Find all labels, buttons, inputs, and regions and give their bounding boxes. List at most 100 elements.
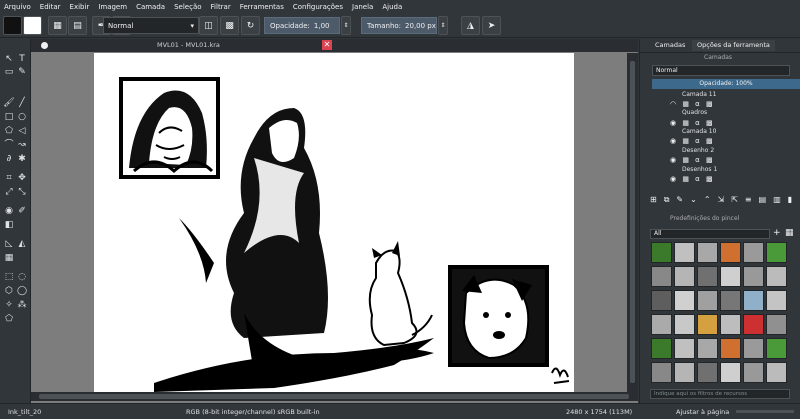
layer-visibility-icon[interactable]: ◉ ▦ α ▩: [670, 175, 715, 183]
brush-preset-thumbnail[interactable]: [766, 362, 787, 383]
brush-preset-thumbnail[interactable]: [674, 266, 695, 287]
menu-arquivo[interactable]: Arquivo: [4, 3, 31, 11]
brush-preset-thumbnail[interactable]: [651, 242, 672, 263]
move-tool-icon[interactable]: ✥: [16, 172, 28, 184]
menu-exibir[interactable]: Exibir: [70, 3, 90, 11]
warp-tool-icon[interactable]: ⤡: [16, 186, 28, 198]
brush-preset-thumbnail[interactable]: [674, 338, 695, 359]
layer-blend-select[interactable]: Normal: [652, 65, 790, 76]
tab-opcoes-ferramenta[interactable]: Opções da ferramenta: [692, 40, 775, 51]
layer-item[interactable]: Quadros: [652, 109, 800, 119]
magnetic-select-icon[interactable]: ⬠: [3, 313, 15, 325]
text-tool-icon[interactable]: T: [16, 53, 28, 65]
menu-camada[interactable]: Camada: [136, 3, 165, 11]
menu-editar[interactable]: Editar: [40, 3, 61, 11]
zoom-level[interactable]: Ajustar à página: [676, 408, 729, 416]
brush-preset-thumbnail[interactable]: [766, 338, 787, 359]
layer-visibility-icon[interactable]: ◉ ▦ α ▩: [670, 156, 715, 164]
brush-presets-grid[interactable]: [651, 242, 791, 387]
brush-preset-thumbnail[interactable]: [720, 242, 741, 263]
opacity-slider[interactable]: Opacidade: 1,00: [264, 17, 340, 34]
layer-visibility-icon[interactable]: ◉ ▦ α ▩: [670, 137, 715, 145]
menu-configuracoes[interactable]: Configurações: [293, 3, 343, 11]
brush-preset-thumbnail[interactable]: [743, 290, 764, 311]
brush-preset-thumbnail[interactable]: [697, 242, 718, 263]
brush-preset-thumbnail[interactable]: [651, 338, 672, 359]
layer-opacity-slider[interactable]: Opacidade: 100%: [652, 79, 800, 89]
blend-mode-select[interactable]: Normal ▾: [103, 17, 199, 34]
similar-select-icon[interactable]: ⁂: [16, 299, 28, 311]
bezier-tool-icon[interactable]: ⌒: [3, 139, 15, 151]
brush-preset-thumbnail[interactable]: [743, 266, 764, 287]
brush-preset-thumbnail[interactable]: [697, 362, 718, 383]
mirror-vertical-icon[interactable]: ➤: [482, 16, 501, 35]
polygon-select-icon[interactable]: ⬡: [3, 285, 15, 297]
rectangle-tool-icon[interactable]: □: [3, 111, 15, 123]
polyline-tool-icon[interactable]: ◁: [16, 125, 28, 137]
select-shapes-icon[interactable]: ↖: [3, 53, 15, 65]
grid-view-icon[interactable]: ▦: [785, 228, 794, 238]
menu-filtrar[interactable]: Filtrar: [211, 3, 231, 11]
horizontal-scroll-thumb[interactable]: [39, 394, 629, 399]
brush-preset-thumbnail[interactable]: [651, 314, 672, 335]
brush-preset-thumbnail[interactable]: [651, 266, 672, 287]
brush-preset-thumbnail[interactable]: [743, 338, 764, 359]
brush-preset-thumbnail[interactable]: [743, 362, 764, 383]
brush-preset-thumbnail[interactable]: [697, 314, 718, 335]
add-tag-icon[interactable]: +: [773, 228, 781, 238]
brush-preset-thumbnail[interactable]: [766, 266, 787, 287]
brush-preset-thumbnail[interactable]: [651, 290, 672, 311]
document-tab[interactable]: MVL01 - MVL01.kra ✕: [31, 39, 638, 52]
dynamic-brush-icon[interactable]: ∂: [3, 153, 15, 165]
freehand-brush-icon[interactable]: 🖌: [3, 97, 15, 109]
calligraphy-icon[interactable]: ✎: [16, 66, 28, 78]
artwork-canvas[interactable]: [94, 53, 574, 392]
polygon-tool-icon[interactable]: ⬠: [3, 125, 15, 137]
foreground-color-swatch[interactable]: [3, 16, 22, 35]
menu-ajuda[interactable]: Ajuda: [382, 3, 402, 11]
contiguous-select-icon[interactable]: ✧: [3, 299, 15, 311]
line-tool-icon[interactable]: ╱: [16, 97, 28, 109]
reload-preset-icon[interactable]: ↻: [241, 16, 260, 35]
brush-preset-thumbnail[interactable]: [697, 266, 718, 287]
background-color-swatch[interactable]: [23, 16, 42, 35]
brush-preset-thumbnail[interactable]: [720, 290, 741, 311]
brush-preset-thumbnail[interactable]: [674, 242, 695, 263]
freehand-path-icon[interactable]: ↝: [16, 139, 28, 151]
close-document-button[interactable]: ✕: [322, 40, 332, 50]
ellipse-select-icon[interactable]: ◌: [16, 271, 28, 283]
vertical-scroll-thumb[interactable]: [630, 61, 635, 383]
crop-tool-icon[interactable]: ⌗: [3, 172, 15, 184]
pattern-icon[interactable]: ▤: [68, 16, 87, 35]
tab-camadas[interactable]: Camadas: [650, 40, 690, 51]
brush-preset-thumbnail[interactable]: [743, 242, 764, 263]
brush-preset-thumbnail[interactable]: [766, 242, 787, 263]
layer-visibility-icon[interactable]: ◉ ▦ α ▩: [670, 119, 715, 127]
transform-tool-icon[interactable]: ⤢: [3, 186, 15, 198]
measure-tool-icon[interactable]: ◺: [3, 238, 15, 250]
gradient-icon[interactable]: ▦: [48, 16, 67, 35]
size-stepper[interactable]: ⇕: [438, 16, 448, 35]
brush-preset-thumbnail[interactable]: [720, 314, 741, 335]
color-picker-icon[interactable]: ✐: [16, 205, 28, 217]
eraser-mode-icon[interactable]: ◫: [199, 16, 218, 35]
menu-janela[interactable]: Janela: [352, 3, 373, 11]
assistant-tool-icon[interactable]: ◭: [16, 238, 28, 250]
brush-preset-thumbnail[interactable]: [720, 338, 741, 359]
brush-preset-thumbnail[interactable]: [766, 314, 787, 335]
grid-tool-icon[interactable]: ▦: [3, 252, 15, 264]
brush-preset-thumbnail[interactable]: [720, 362, 741, 383]
brush-preset-thumbnail[interactable]: [697, 290, 718, 311]
brush-preset-thumbnail[interactable]: [651, 362, 672, 383]
brush-preset-thumbnail[interactable]: [766, 290, 787, 311]
layer-actions-toolbar[interactable]: ⊞⧉✎⌄⌃⇲⇱≡▤▥▮: [650, 195, 800, 207]
multibrush-icon[interactable]: ✱: [16, 153, 28, 165]
layer-visibility-icon[interactable]: ◠ ▦ α ▩: [670, 100, 715, 108]
gradient-tool-icon[interactable]: ◧: [3, 219, 15, 231]
zoom-slider[interactable]: [736, 410, 794, 413]
opacity-stepper[interactable]: ⇕: [341, 16, 351, 35]
freehand-select-icon[interactable]: ◯: [16, 285, 28, 297]
fill-tool-icon[interactable]: ◉: [3, 205, 15, 217]
brush-preset-thumbnail[interactable]: [674, 290, 695, 311]
menu-imagem[interactable]: Imagem: [98, 3, 127, 11]
